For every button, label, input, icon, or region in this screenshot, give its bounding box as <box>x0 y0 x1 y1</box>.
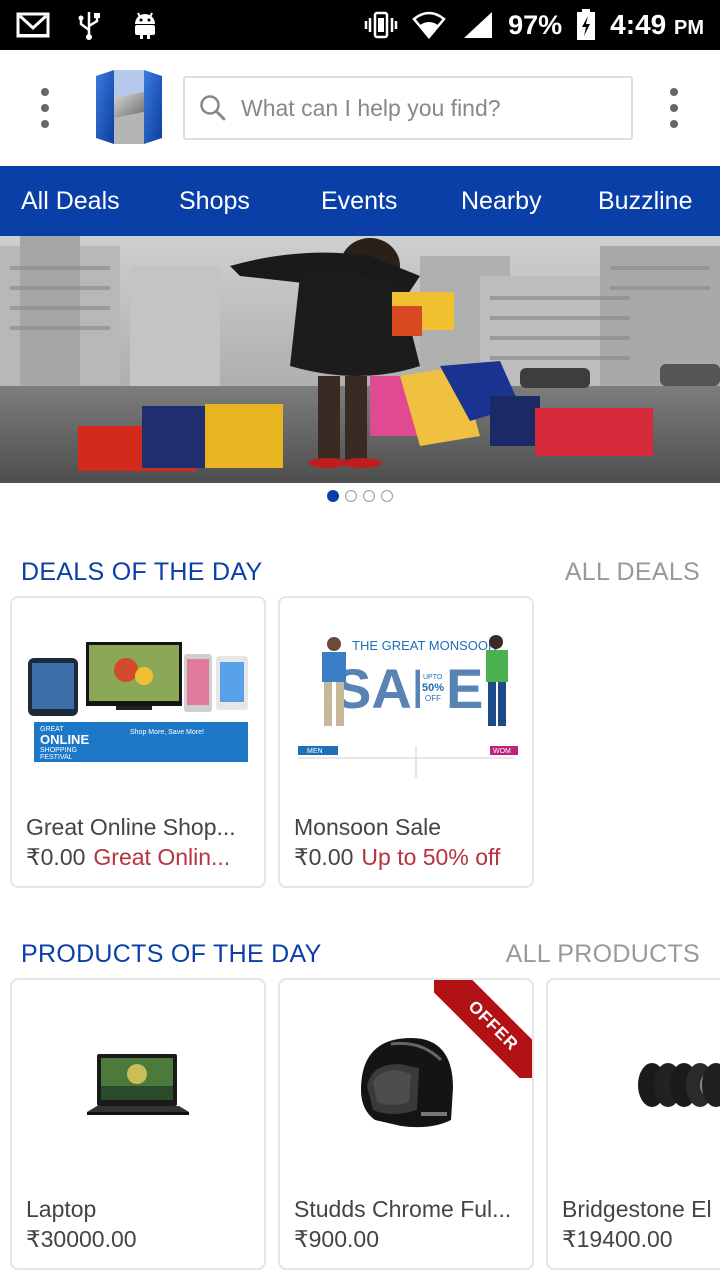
deal-name: Monsoon Sale <box>294 814 442 840</box>
deal-image: GREAT ONLINE SHOPPING FESTIVAL Shop More… <box>12 598 264 808</box>
tab-buzzline[interactable]: Buzzline <box>598 187 693 216</box>
deal-image-text: Shop More, Save More! <box>130 729 204 736</box>
search-icon <box>200 95 226 121</box>
deal-image-text: FESTIVAL <box>40 754 73 761</box>
deal-name: Great Online Shop... <box>26 814 236 840</box>
offer-badge-label: OFFER <box>434 980 532 1078</box>
deal-price-row: ₹0.00 Great Onlin... <box>26 844 260 871</box>
laptop-image <box>87 1054 189 1115</box>
overflow-menu-left-icon[interactable] <box>25 78 65 138</box>
signal-icon <box>464 12 493 38</box>
android-icon <box>135 12 155 39</box>
offer-ribbon: OFFER <box>434 980 532 1078</box>
deal-card[interactable]: THE GREAT MONSOON SALE UPTO 50% OFF MEN … <box>278 596 534 888</box>
banner-dot[interactable] <box>345 490 357 502</box>
deal-price: ₹0.00 <box>294 844 354 870</box>
deal-image-text: ONLINE <box>40 732 89 747</box>
app-header <box>0 50 720 166</box>
product-image <box>548 980 720 1190</box>
brand-logo[interactable] <box>94 68 164 146</box>
sale-image-text: UPTO <box>423 674 443 681</box>
deal-image: THE GREAT MONSOON SALE UPTO 50% OFF MEN … <box>280 598 532 808</box>
battery-percent: 97% <box>508 9 563 40</box>
promo-banner[interactable] <box>0 236 720 483</box>
sale-image-text: 50% <box>422 682 444 694</box>
overflow-menu-right-icon[interactable] <box>654 78 694 138</box>
product-name: Laptop <box>26 1196 97 1222</box>
tab-all-deals[interactable]: All Deals <box>21 187 120 216</box>
banner-dot[interactable] <box>363 490 375 502</box>
tab-shops[interactable]: Shops <box>179 187 250 216</box>
status-bar: 97% 4:49 PM <box>0 0 720 50</box>
deal-price-row: ₹0.00 Up to 50% off <box>294 844 528 871</box>
deal-image-text: SHOPPING <box>40 747 77 754</box>
banner-dot[interactable] <box>381 490 393 502</box>
product-price-row: ₹19400.00 <box>562 1226 720 1253</box>
banner-pagination <box>0 490 720 508</box>
all-products-link[interactable]: ALL PRODUCTS <box>506 940 700 969</box>
sale-image-text: THE GREAT MONSOON <box>352 638 497 653</box>
sale-image-text: WOM <box>493 748 511 755</box>
banner-dot[interactable] <box>327 490 339 502</box>
wifi-icon <box>412 11 446 39</box>
deal-card[interactable]: GREAT ONLINE SHOPPING FESTIVAL Shop More… <box>10 596 266 888</box>
electronics-image: GREAT ONLINE SHOPPING FESTIVAL Shop More… <box>28 642 248 762</box>
sale-image-text: MEN <box>307 748 323 755</box>
product-name: Bridgestone El <box>562 1196 712 1222</box>
tab-events[interactable]: Events <box>321 187 397 216</box>
product-price-row: ₹30000.00 <box>26 1226 260 1253</box>
product-card[interactable]: Bridgestone El ₹19400.00 <box>546 978 720 1270</box>
deal-price: ₹0.00 <box>26 844 86 870</box>
product-price-row: ₹900.00 <box>294 1226 528 1253</box>
search-input[interactable] <box>241 94 601 122</box>
battery-charging-icon <box>577 9 596 40</box>
tyres-image <box>638 1063 720 1107</box>
clock: 4:49 PM <box>610 9 704 40</box>
deal-subtitle: Up to 50% off <box>361 844 501 870</box>
all-deals-link[interactable]: ALL DEALS <box>565 558 700 587</box>
product-image <box>12 980 264 1190</box>
product-price: ₹30000.00 <box>26 1226 137 1252</box>
product-name: Studds Chrome Ful... <box>294 1196 512 1222</box>
product-price: ₹900.00 <box>294 1226 379 1252</box>
search-bar[interactable] <box>183 76 633 140</box>
product-price: ₹19400.00 <box>562 1226 673 1252</box>
vibrate-icon <box>364 11 398 39</box>
deal-subtitle: Great Onlin... <box>93 844 231 870</box>
tab-nearby[interactable]: Nearby <box>461 187 542 216</box>
monsoon-sale-image: THE GREAT MONSOON SALE UPTO 50% OFF MEN … <box>294 628 518 778</box>
category-tabs: All Deals Shops Events Nearby Buzzline <box>0 166 720 236</box>
sale-image-text: SALE <box>334 657 483 720</box>
gmail-icon <box>16 12 50 38</box>
sale-image-text: OFF <box>425 694 441 703</box>
usb-icon <box>78 12 100 40</box>
product-card[interactable]: OFFER Studds Chrome Ful... ₹900.00 <box>278 978 534 1270</box>
products-section-title: PRODUCTS OF THE DAY <box>21 940 322 968</box>
shopping-woman-image <box>0 236 720 483</box>
deals-section-title: DEALS OF THE DAY <box>21 558 263 586</box>
product-card[interactable]: Laptop ₹30000.00 <box>10 978 266 1270</box>
